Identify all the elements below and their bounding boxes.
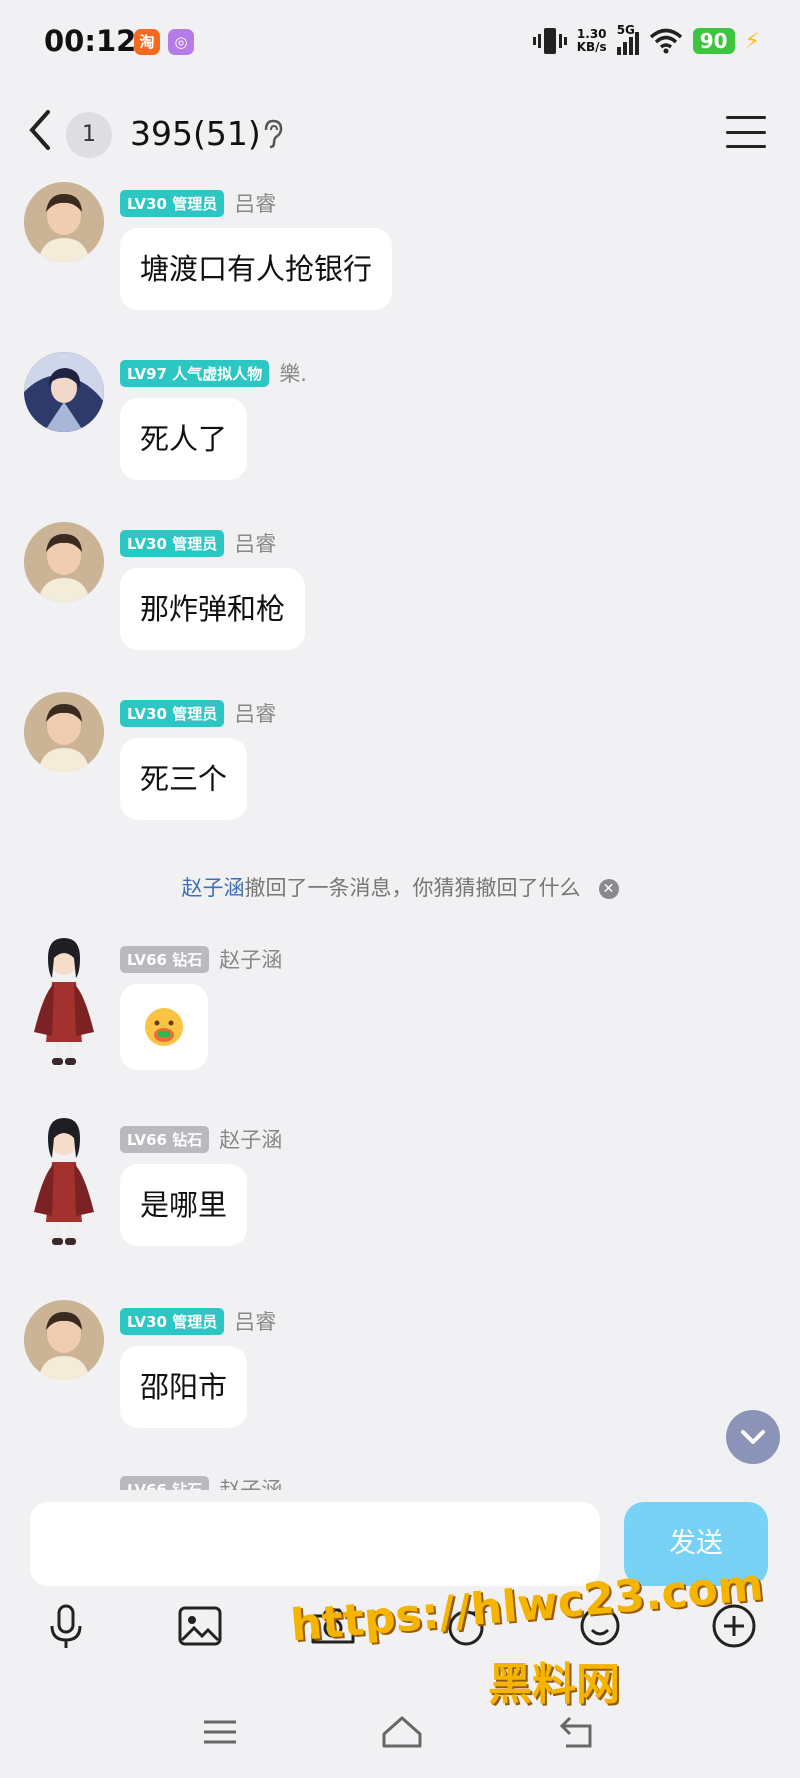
sender-name[interactable]: 吕睿 bbox=[234, 188, 276, 218]
level-badge: LV66 钻石 bbox=[120, 1125, 210, 1153]
close-icon[interactable]: ✕ bbox=[598, 879, 619, 899]
signal-icon: 5G bbox=[616, 23, 639, 55]
level-badge: LV66 钻石 bbox=[120, 1475, 210, 1490]
menu-button[interactable] bbox=[726, 116, 766, 148]
sender-name[interactable]: 赵子涵 bbox=[219, 1124, 282, 1154]
recall-sender-name[interactable]: 赵子涵 bbox=[182, 876, 245, 900]
vibrate-icon bbox=[532, 28, 567, 54]
voice-button[interactable] bbox=[36, 1596, 96, 1656]
message-item: LV30 管理员 吕睿 那炸弹和枪 bbox=[0, 522, 800, 662]
message-bubble[interactable]: 是哪里 bbox=[120, 1164, 248, 1246]
message-bubble[interactable] bbox=[120, 984, 208, 1070]
message-item: LV30 管理员 吕睿 邵阳市 bbox=[0, 1300, 800, 1440]
avatar[interactable] bbox=[24, 522, 104, 602]
system-nav-bar bbox=[0, 1690, 800, 1778]
message-bubble[interactable]: 死三个 bbox=[120, 738, 248, 820]
unread-count-badge[interactable]: 1 bbox=[66, 112, 112, 158]
recall-text: 撤回了一条消息，你猜猜撤回了什么 bbox=[244, 876, 581, 900]
taobao-app-icon: 淘 bbox=[134, 29, 160, 55]
level-badge: LV97 人气虚拟人物 bbox=[120, 359, 270, 387]
app-notification-icon: ◎ bbox=[168, 29, 194, 55]
sender-name[interactable]: 吕睿 bbox=[234, 698, 276, 728]
level-badge: LV30 管理员 bbox=[120, 189, 225, 217]
message-bubble[interactable]: 死人了 bbox=[120, 398, 248, 480]
message-input[interactable] bbox=[30, 1502, 600, 1586]
avatar[interactable] bbox=[24, 1300, 104, 1380]
level-badge: LV66 钻石 bbox=[120, 945, 210, 973]
message-item: LV66 钻石 赵子涵 bbox=[0, 1472, 800, 1490]
sender-name[interactable]: 赵子涵 bbox=[219, 1474, 282, 1490]
avatar[interactable] bbox=[24, 352, 104, 432]
message-bubble[interactable]: 邵阳市 bbox=[120, 1346, 248, 1428]
status-bar: 00:12 淘 ◎ 1.30 KB/s 5G 90 ⚡ bbox=[0, 0, 800, 90]
chevron-left-icon bbox=[29, 110, 50, 150]
message-item: LV30 管理员 吕睿 塘渡口有人抢银行 bbox=[0, 182, 800, 322]
message-bubble[interactable]: 那炸弹和枪 bbox=[120, 568, 306, 650]
microphone-icon bbox=[50, 1604, 82, 1648]
avatar[interactable] bbox=[24, 1112, 104, 1252]
message-item: LV66 钻石 赵子涵 是哪里 bbox=[0, 1118, 800, 1268]
wifi-icon bbox=[649, 28, 682, 54]
image-button[interactable] bbox=[170, 1596, 230, 1656]
sender-name[interactable]: 吕睿 bbox=[234, 528, 276, 558]
avatar[interactable] bbox=[24, 182, 104, 262]
recall-notice: 赵子涵撤回了一条消息，你猜猜撤回了什么 ✕ bbox=[0, 872, 800, 902]
message-item: LV30 管理员 吕睿 死三个 bbox=[0, 692, 800, 832]
back-button[interactable] bbox=[26, 108, 52, 164]
battery-indicator: 90 bbox=[692, 28, 735, 54]
level-badge: LV30 管理员 bbox=[120, 529, 225, 557]
status-time: 00:12 bbox=[44, 24, 137, 58]
avatar[interactable] bbox=[24, 692, 104, 772]
message-bubble[interactable]: 塘渡口有人抢银行 bbox=[120, 228, 393, 310]
scroll-to-bottom-button[interactable] bbox=[726, 1410, 780, 1464]
chat-header: 1 395(51) bbox=[0, 100, 800, 170]
sender-name[interactable]: 赵子涵 bbox=[219, 944, 282, 974]
message-item: LV66 钻石 赵子涵 bbox=[0, 938, 800, 1088]
charging-icon: ⚡ bbox=[744, 28, 760, 54]
level-badge: LV30 管理员 bbox=[120, 699, 225, 727]
network-speed: 1.30 KB/s bbox=[576, 27, 607, 54]
chevron-down-icon bbox=[741, 1430, 765, 1444]
money-face-emoji-icon bbox=[145, 1008, 183, 1046]
ear-icon[interactable] bbox=[262, 119, 284, 155]
back-nav-icon[interactable] bbox=[556, 1712, 600, 1752]
sender-name[interactable]: 樂. bbox=[279, 358, 307, 388]
level-badge: LV30 管理员 bbox=[120, 1307, 225, 1335]
home-icon[interactable] bbox=[380, 1712, 424, 1752]
avatar[interactable] bbox=[24, 932, 104, 1072]
group-title[interactable]: 395(51) bbox=[130, 114, 261, 153]
image-icon bbox=[178, 1606, 222, 1646]
message-item: LV97 人气虚拟人物 樂. 死人了 bbox=[0, 352, 800, 492]
recents-icon[interactable] bbox=[200, 1712, 240, 1752]
sender-name[interactable]: 吕睿 bbox=[234, 1306, 276, 1336]
